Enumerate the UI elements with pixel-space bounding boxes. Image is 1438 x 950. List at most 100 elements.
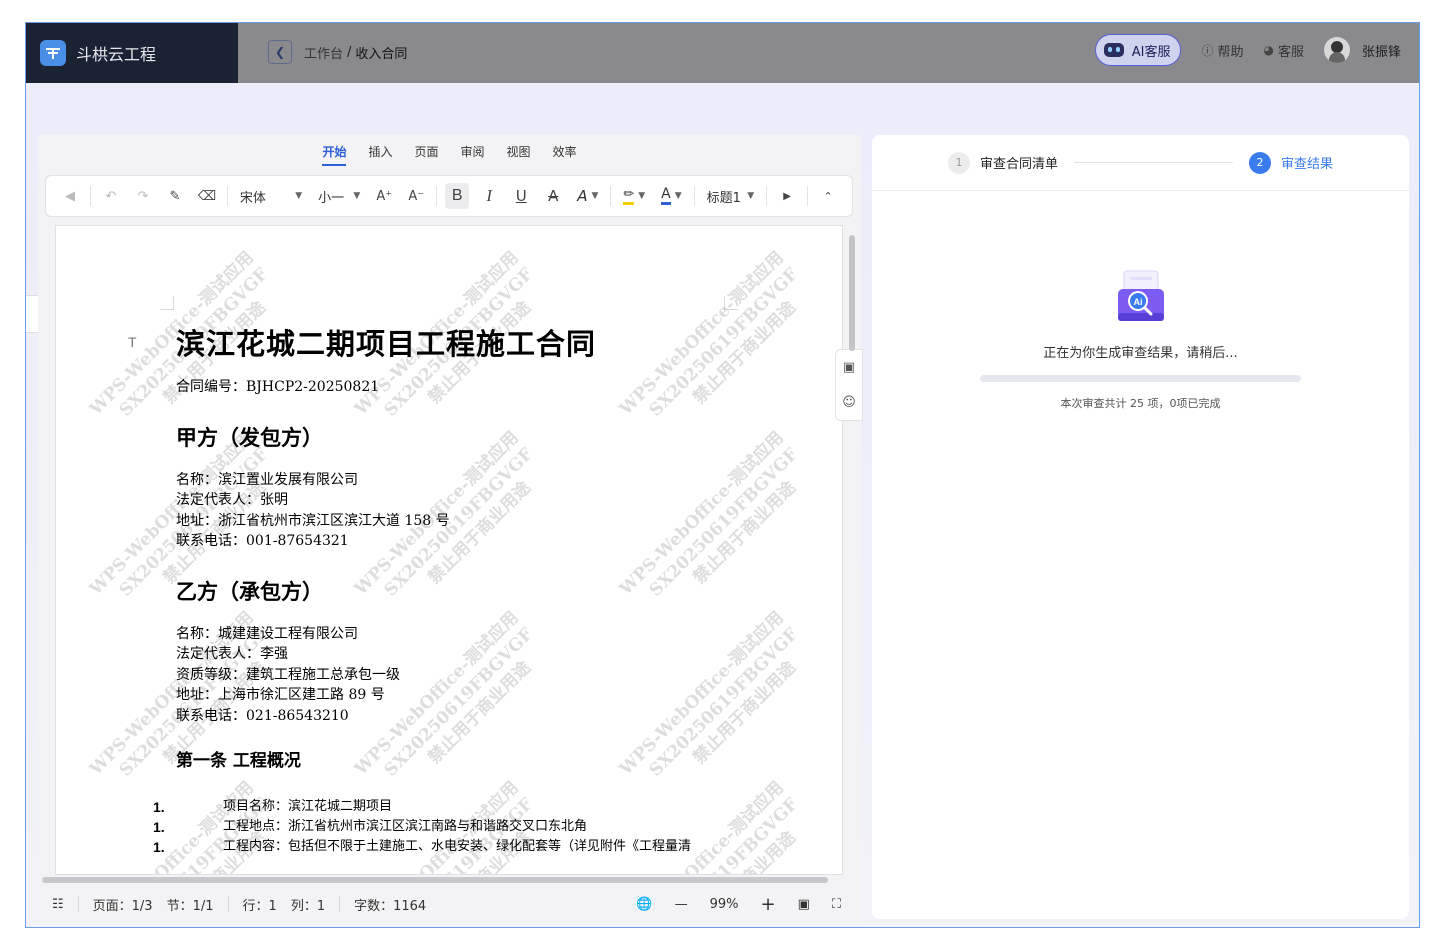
document-outline-icon[interactable]: ☷ (52, 897, 64, 912)
brand[interactable]: 斗栱云工程 (26, 23, 238, 83)
toolbar-scroll-left-icon[interactable]: ◀ (58, 183, 82, 209)
robot-icon (1103, 43, 1124, 57)
breadcrumb-parent[interactable]: 工作台 (304, 43, 343, 62)
breadcrumb-separator: / (347, 44, 352, 60)
document-content[interactable]: 滨江花城二期项目工程施工合同 合同编号：BJHCP2-20250821 甲方（发… (153, 321, 796, 857)
list-item-text: 工程内容：包括但不限于土建施工、水电安装、绿化配套等（详见附件《工程量清 (223, 839, 692, 854)
shrink-font-button[interactable]: A⁻ (404, 183, 428, 209)
zoom-out-icon[interactable]: — (675, 897, 688, 912)
zoom-level[interactable]: 99% (710, 897, 739, 912)
svg-text:Ai: Ai (1134, 297, 1143, 307)
party-a-line: 联系电话：001-87654321 (176, 533, 349, 549)
add-comment-icon[interactable]: ▣ (843, 360, 855, 375)
fit-page-icon[interactable]: ▣ (798, 897, 810, 912)
font-color-select[interactable]: A ▼ (657, 183, 686, 209)
chevron-down-icon: ▼ (353, 191, 361, 201)
status-row: 行：1 (242, 898, 277, 914)
toolbar-scroll-right-icon[interactable]: ▶ (775, 183, 799, 209)
format-toolbar: ◀ ↶ ↷ ✎ ⌫ 宋体 ▼ 小一 ▼ A⁺ A⁻ B I U A A ▼ ✏ … (45, 175, 853, 217)
tab-start[interactable]: 开始 (322, 143, 347, 166)
bold-button[interactable]: B (445, 183, 470, 209)
undo-icon[interactable]: ↶ (99, 183, 123, 209)
status-divider (339, 896, 341, 912)
party-a-line: 法定代表人：张明 (176, 492, 288, 508)
article-1-heading: 第一条 工程概况 (176, 751, 301, 771)
avatar[interactable] (1323, 37, 1350, 63)
step-contract-list[interactable]: 1 审查合同清单 (948, 151, 1059, 174)
list-item: 1. 项目名称：滨江花城二期项目 (153, 797, 796, 817)
tab-view[interactable]: 视图 (507, 143, 531, 166)
globe-icon[interactable]: 🌐 (636, 897, 652, 912)
status-col: 列：1 (290, 898, 326, 914)
toolbar-divider (807, 186, 809, 206)
font-size-select[interactable]: 小一 ▼ (314, 183, 364, 209)
status-page[interactable]: 页面：1/3 (93, 895, 153, 914)
paragraph-style-select[interactable]: 标题1 ▼ (703, 183, 759, 209)
breadcrumb-current: 收入合同 (355, 46, 408, 62)
underline-button[interactable]: U (509, 183, 533, 209)
service-link[interactable]: ◕ 客服 (1263, 41, 1304, 60)
emoji-icon[interactable]: ☺ (842, 395, 856, 410)
help-link[interactable]: ⓘ 帮助 (1201, 41, 1243, 60)
party-a-line: 地址：浙江省杭州市滨江区滨江大道 158 号 (176, 512, 450, 529)
status-divider (77, 896, 79, 912)
margin-corner-mark (160, 296, 174, 310)
party-a-line: 名称：滨江置业发展有限公司 (176, 471, 358, 488)
toolbar-divider (90, 186, 91, 206)
chevron-down-icon: ▼ (747, 191, 755, 201)
review-count-text: 本次审查共计 25 项，0项已完成 (1060, 397, 1221, 410)
format-painter-icon[interactable]: ✎ (163, 183, 187, 209)
ribbon-tabs: 开始 插入 页面 审阅 视图 效率 (38, 143, 861, 166)
step-number: 1 (948, 151, 970, 174)
status-divider (227, 896, 229, 912)
list-item: 1. 工程地点：浙江省杭州市滨江区滨江南路与和谐路交叉口东北角 (153, 817, 796, 837)
step-label: 审查合同清单 (980, 157, 1059, 172)
horizontal-scrollbar[interactable] (42, 877, 828, 883)
question-circle-icon: ⓘ (1201, 43, 1214, 58)
zoom-in-icon[interactable]: + (761, 894, 776, 915)
party-b-line: 名称：城建建设工程有限公司 (176, 625, 358, 642)
step-review-result[interactable]: 2 审查结果 (1248, 151, 1333, 174)
ai-service-button[interactable]: AI客服 (1094, 34, 1182, 66)
toolbar-divider (436, 186, 438, 206)
font-size-value: 小一 (318, 190, 345, 206)
strikethrough-button[interactable]: A (541, 183, 565, 209)
grow-font-button[interactable]: A⁺ (372, 183, 396, 209)
text-effect-select[interactable]: A ▼ (573, 183, 602, 209)
text-effect-icon: A (577, 187, 588, 205)
ai-document-icon: Ai (1118, 270, 1164, 321)
highlight-select[interactable]: ✏ ▼ (619, 183, 649, 209)
vertical-scrollbar[interactable] (849, 235, 855, 351)
tab-insert[interactable]: 插入 (368, 143, 392, 166)
chevron-down-icon: ▼ (295, 191, 303, 201)
list-item: 1. 工程内容：包括但不限于土建施工、水电安装、绿化配套等（详见附件《工程量清 (153, 837, 796, 857)
ai-service-label: AI客服 (1131, 44, 1171, 60)
list-item-number: 1. (153, 819, 165, 835)
tab-efficiency[interactable]: 效率 (553, 143, 577, 166)
tab-review[interactable]: 审阅 (461, 143, 485, 166)
italic-button[interactable]: I (477, 183, 501, 209)
top-bar: 斗栱云工程 ❮ 工作台 / 收入合同 AI客服 ⓘ 帮助 ◕ 客服 张振锋 (26, 23, 1419, 83)
zoom-controls: 🌐 — 99% + ▣ ⛶ (614, 887, 841, 921)
party-b-line: 法定代表人：李强 (176, 646, 288, 662)
document-page[interactable]: WPS-WebOffice-测试应用 SX20250619FBGVGF 禁止用于商业… (55, 225, 843, 875)
party-b-heading: 乙方（承包方） (176, 578, 323, 604)
redo-icon[interactable]: ↷ (131, 183, 155, 209)
collapse-ribbon-icon[interactable]: ⌃ (816, 183, 840, 209)
step-number: 2 (1248, 151, 1271, 174)
step-label: 审查结果 (1280, 157, 1333, 172)
back-button[interactable]: ❮ (268, 40, 292, 64)
clear-format-icon[interactable]: ⌫ (195, 183, 219, 209)
user-name[interactable]: 张振锋 (1362, 41, 1401, 60)
chevron-down-icon: ▼ (638, 191, 646, 201)
header-actions: AI客服 ⓘ 帮助 ◕ 客服 张振锋 (1094, 33, 1401, 67)
fullscreen-icon[interactable]: ⛶ (832, 897, 841, 912)
font-color-icon: A (661, 187, 671, 205)
font-family-select[interactable]: 宋体 ▼ (236, 183, 306, 209)
party-b-line: 联系电话：021-86543210 (176, 707, 349, 724)
tab-page[interactable]: 页面 (414, 143, 438, 166)
contract-number: 合同编号：BJHCP2-20250821 (176, 379, 380, 395)
toolbar-divider (766, 186, 768, 206)
brand-logo-icon (40, 40, 66, 66)
document-editor: 开始 插入 页面 审阅 视图 效率 ◀ ↶ ↷ ✎ ⌫ 宋体 ▼ 小一 ▼ A⁺… (38, 135, 863, 921)
